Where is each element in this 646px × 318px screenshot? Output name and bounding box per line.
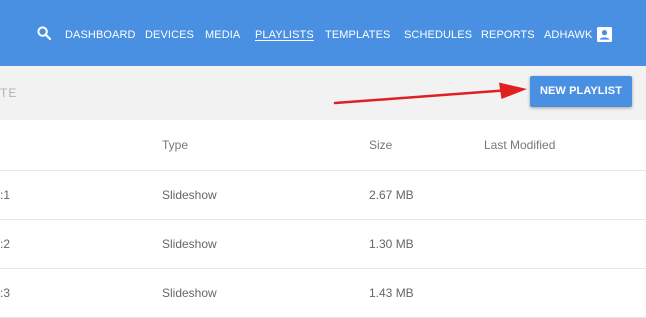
column-header-size[interactable]: Size: [369, 138, 392, 152]
column-header-type[interactable]: Type: [162, 138, 188, 152]
playlist-type-cell: Slideshow: [162, 188, 217, 202]
nav-item-templates[interactable]: TEMPLATES: [325, 29, 391, 41]
column-header-last-modified[interactable]: Last Modified: [484, 138, 555, 152]
top-navigation-bar: DASHBOARD DEVICES MEDIA PLAYLISTS TEMPLA…: [0, 0, 646, 66]
playlist-name-cell: :1: [0, 188, 11, 202]
playlist-type-cell: Slideshow: [162, 237, 217, 251]
playlist-name-cell: :2: [0, 237, 11, 251]
nav-item-schedules[interactable]: SCHEDULES: [404, 29, 472, 41]
playlist-size-cell: 1.43 MB: [369, 286, 414, 300]
nav-item-reports[interactable]: REPORTS: [481, 29, 535, 41]
table-row[interactable]: :1 Slideshow 2.67 MB: [0, 171, 646, 220]
nav-item-playlists[interactable]: PLAYLISTS: [255, 29, 314, 41]
search-icon[interactable]: [37, 26, 51, 40]
annotation-arrow: [333, 82, 527, 105]
playlist-type-cell: Slideshow: [162, 286, 217, 300]
toolbar-text: TE: [0, 86, 18, 100]
nav-item-devices[interactable]: DEVICES: [145, 29, 194, 41]
playlist-size-cell: 2.67 MB: [369, 188, 414, 202]
table-header-row: Type Size Last Modified: [0, 120, 646, 171]
playlist-size-cell: 1.30 MB: [369, 237, 414, 251]
nav-item-adhawk[interactable]: ADHAWK: [544, 29, 592, 41]
nav-item-media[interactable]: MEDIA: [205, 29, 240, 41]
new-playlist-button[interactable]: NEW PLAYLIST: [530, 76, 632, 107]
playlist-name-cell: :3: [0, 286, 11, 300]
table-row[interactable]: :3 Slideshow 1.43 MB: [0, 269, 646, 318]
table-row[interactable]: :2 Slideshow 1.30 MB: [0, 220, 646, 269]
account-box-icon[interactable]: [597, 27, 612, 42]
nav-item-dashboard[interactable]: DASHBOARD: [65, 29, 136, 41]
